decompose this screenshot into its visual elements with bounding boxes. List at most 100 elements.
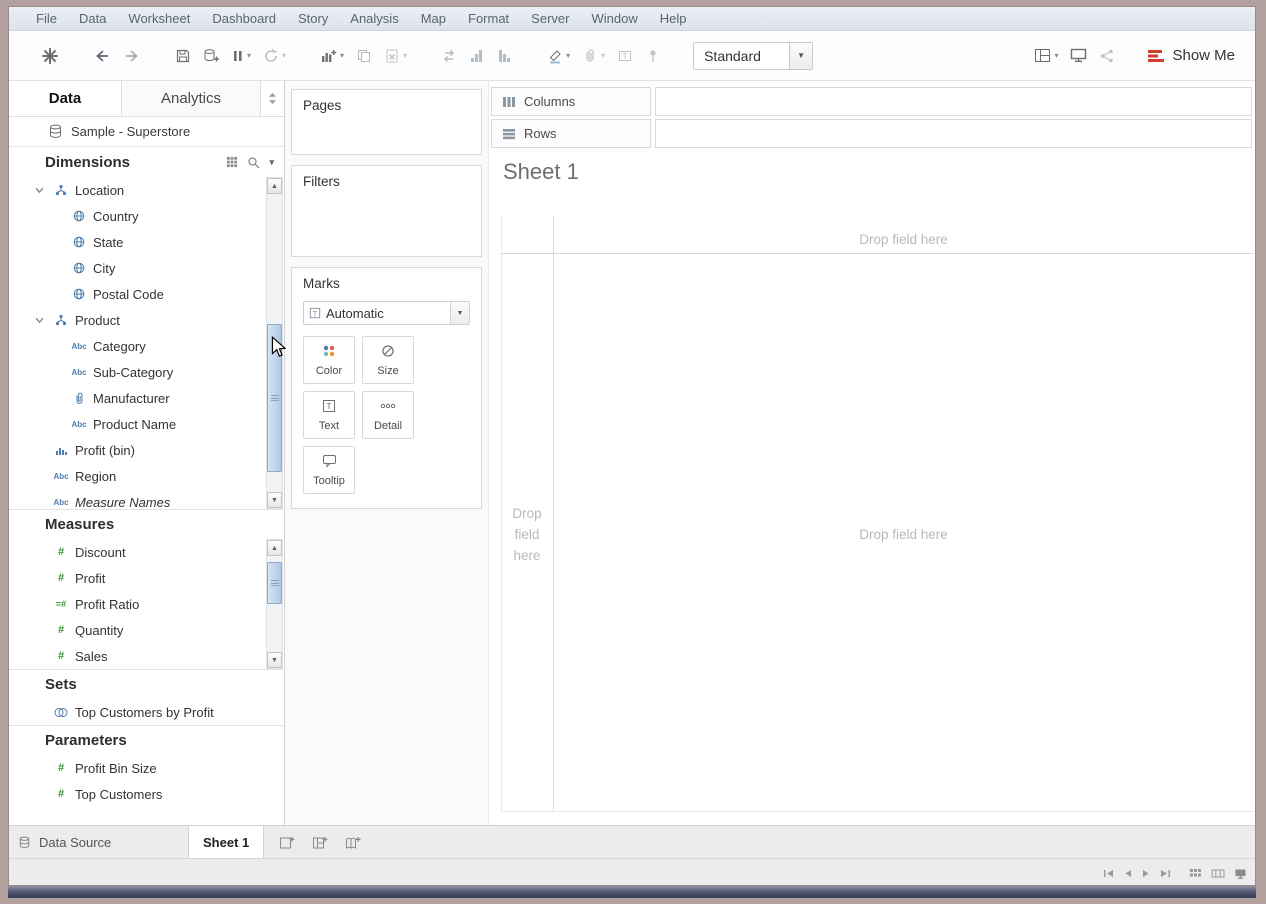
new-dashboard-tab-button[interactable] xyxy=(307,830,333,854)
presentation-view-button[interactable] xyxy=(1234,868,1247,879)
clear-sheet-button[interactable]: ▾ xyxy=(380,43,411,69)
pages-card[interactable]: Pages xyxy=(291,89,482,155)
scroll-up-button[interactable]: ▲ xyxy=(267,178,282,194)
field-product-name[interactable]: AbcProduct Name xyxy=(9,411,284,437)
chevron-down-icon[interactable] xyxy=(35,187,51,194)
scroll-down-button[interactable]: ▼ xyxy=(267,652,282,668)
refresh-button[interactable]: ▾ xyxy=(259,43,290,69)
field-quantity[interactable]: #Quantity xyxy=(9,617,284,643)
redo-button[interactable] xyxy=(119,43,145,69)
scrollbar-thumb[interactable] xyxy=(267,562,282,604)
field-manufacturer[interactable]: Manufacturer xyxy=(9,385,284,411)
mark-type-select[interactable]: T Automatic ▼ xyxy=(303,301,470,325)
share-button[interactable] xyxy=(1095,43,1119,69)
chevron-down-icon[interactable]: ▼ xyxy=(450,302,469,324)
field-country[interactable]: Country xyxy=(9,203,284,229)
chevron-down-icon[interactable]: ▾ xyxy=(601,51,605,60)
scroll-up-button[interactable]: ▲ xyxy=(267,540,282,556)
field-postal-code[interactable]: Postal Code xyxy=(9,281,284,307)
field-sub-category[interactable]: AbcSub-Category xyxy=(9,359,284,385)
sheet-tab-sheet-1[interactable]: Sheet 1 xyxy=(189,826,264,858)
tab-data[interactable]: Data xyxy=(9,81,121,116)
chevron-down-icon[interactable] xyxy=(35,317,51,324)
fit-select[interactable]: Standard ▼ xyxy=(693,42,813,70)
field-profit-bin-size[interactable]: #Profit Bin Size xyxy=(9,755,284,781)
marks-tooltip-button[interactable]: Tooltip xyxy=(303,446,355,494)
field-location[interactable]: Location xyxy=(9,177,284,203)
grid-view-icon[interactable] xyxy=(226,156,238,168)
field-profit-ratio[interactable]: =#Profit Ratio xyxy=(9,591,284,617)
menu-format[interactable]: Format xyxy=(457,7,520,30)
menu-file[interactable]: File xyxy=(25,7,68,30)
drop-zone-columns[interactable]: Drop field here xyxy=(555,232,1252,247)
chevron-down-icon[interactable]: ▾ xyxy=(340,51,344,60)
drop-zone-rows[interactable]: Drop field here xyxy=(501,503,553,566)
rows-shelf-drop-area[interactable] xyxy=(655,119,1252,148)
menu-map[interactable]: Map xyxy=(410,7,457,30)
next-sheet-button[interactable] xyxy=(1142,869,1150,878)
menu-data[interactable]: Data xyxy=(68,7,117,30)
marks-color-button[interactable]: Color xyxy=(303,336,355,384)
field-discount[interactable]: #Discount xyxy=(9,539,284,565)
field-top-customers[interactable]: #Top Customers xyxy=(9,781,284,807)
menu-window[interactable]: Window xyxy=(580,7,648,30)
data-source-tab[interactable]: Data Source xyxy=(9,826,189,858)
scrollbar-thumb[interactable] xyxy=(267,324,282,472)
undo-button[interactable] xyxy=(89,43,115,69)
sheet-sorter-view-button[interactable] xyxy=(1189,868,1202,879)
measures-scrollbar[interactable]: ▲ ▼ xyxy=(266,539,283,669)
marks-detail-button[interactable]: Detail xyxy=(362,391,414,439)
menu-dashboard[interactable]: Dashboard xyxy=(201,7,287,30)
menu-server[interactable]: Server xyxy=(520,7,580,30)
menu-story[interactable]: Story xyxy=(287,7,339,30)
field-product[interactable]: Product xyxy=(9,307,284,333)
show-me-button[interactable]: Show Me xyxy=(1147,47,1235,64)
tab-analytics[interactable]: Analytics xyxy=(121,81,261,116)
drop-zone-center[interactable]: Drop field here xyxy=(555,527,1252,542)
show-cards-button[interactable]: ▾ xyxy=(1030,43,1062,68)
chevron-down-icon[interactable]: ▾ xyxy=(403,51,407,60)
menu-help[interactable]: Help xyxy=(649,7,698,30)
search-icon[interactable] xyxy=(247,156,260,169)
presentation-mode-button[interactable] xyxy=(1066,43,1091,68)
field-region[interactable]: AbcRegion xyxy=(9,463,284,489)
field-profit[interactable]: #Profit xyxy=(9,565,284,591)
field-sales[interactable]: #Sales xyxy=(9,643,284,669)
chevron-down-icon[interactable]: ▾ xyxy=(269,157,274,168)
sort-descending-button[interactable] xyxy=(493,43,517,69)
marks-text-button[interactable]: TText xyxy=(303,391,355,439)
menu-worksheet[interactable]: Worksheet xyxy=(117,7,201,30)
first-sheet-button[interactable] xyxy=(1103,869,1114,878)
fix-axes-button[interactable] xyxy=(641,43,665,69)
save-button[interactable] xyxy=(171,43,195,69)
duplicate-sheet-button[interactable] xyxy=(352,43,376,69)
field-city[interactable]: City xyxy=(9,255,284,281)
last-sheet-button[interactable] xyxy=(1160,869,1171,878)
pause-updates-button[interactable]: ▾ xyxy=(228,44,255,68)
new-worksheet-tab-button[interactable] xyxy=(274,830,300,854)
new-worksheet-button[interactable]: ▾ xyxy=(316,43,348,69)
field-top-customers-by-profit[interactable]: Top Customers by Profit xyxy=(9,699,284,725)
filters-card[interactable]: Filters xyxy=(291,165,482,257)
sort-ascending-button[interactable] xyxy=(465,43,489,69)
scroll-down-button[interactable]: ▼ xyxy=(267,492,282,508)
chevron-down-icon[interactable]: ▾ xyxy=(566,51,570,60)
datasource-item[interactable]: Sample - Superstore xyxy=(9,117,284,147)
marks-size-button[interactable]: Size xyxy=(362,336,414,384)
tableau-logo-button[interactable] xyxy=(37,42,63,70)
swap-axes-button[interactable] xyxy=(437,43,461,69)
field-category[interactable]: AbcCategory xyxy=(9,333,284,359)
pane-toggle-icon[interactable] xyxy=(268,81,277,116)
chevron-down-icon[interactable]: ▼ xyxy=(789,43,812,69)
new-story-tab-button[interactable] xyxy=(340,830,366,854)
highlight-button[interactable]: ▾ xyxy=(543,43,574,69)
chevron-down-icon[interactable]: ▾ xyxy=(282,51,286,60)
field-state[interactable]: State xyxy=(9,229,284,255)
group-members-button[interactable]: ▾ xyxy=(578,43,609,69)
chevron-down-icon[interactable]: ▾ xyxy=(247,51,251,60)
new-datasource-button[interactable] xyxy=(199,43,224,69)
menu-analysis[interactable]: Analysis xyxy=(339,7,409,30)
field-profit-bin[interactable]: Profit (bin) xyxy=(9,437,284,463)
columns-shelf-drop-area[interactable] xyxy=(655,87,1252,116)
field-measure-names[interactable]: AbcMeasure Names xyxy=(9,489,284,509)
